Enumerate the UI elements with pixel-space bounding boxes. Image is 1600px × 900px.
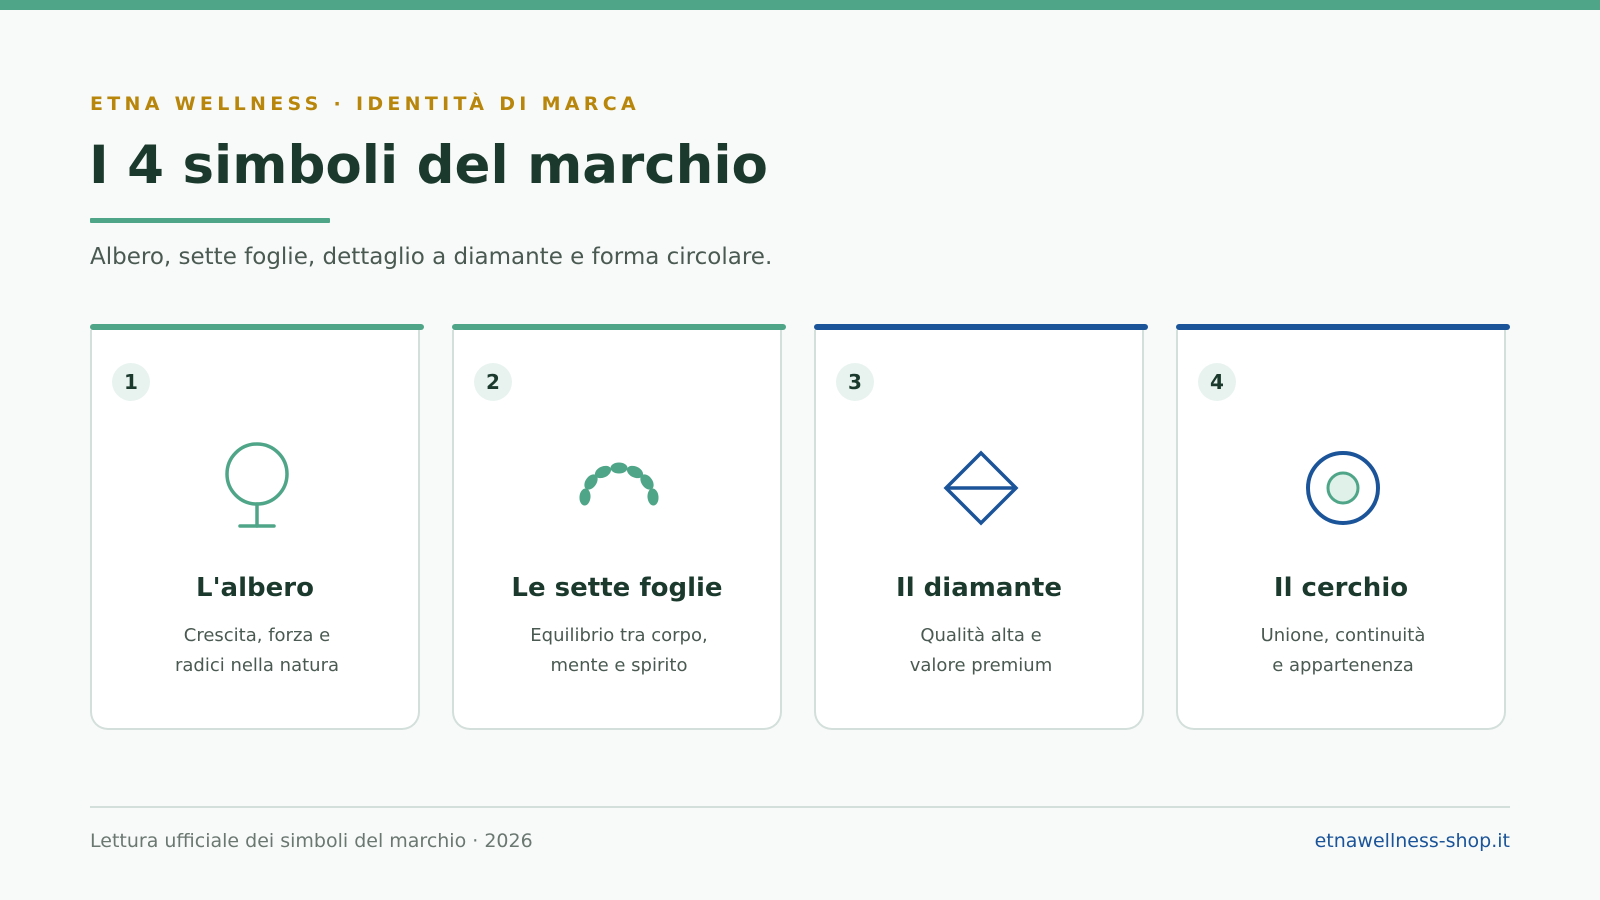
diamond-icon xyxy=(931,442,1031,542)
card-number-badge: 2 xyxy=(474,363,512,401)
symbol-card-circle: 4 Il cerchio Unione, continuità e appart… xyxy=(1176,324,1510,730)
tree-icon xyxy=(207,442,307,542)
card-description-line: mente e spirito xyxy=(550,655,688,676)
card-description-line: radici nella natura xyxy=(174,655,340,676)
circle-icon xyxy=(1293,442,1393,542)
card-description-line: valore premium xyxy=(909,655,1053,676)
symbol-card-tree: 1 L'albero Crescita, forza e radici nell… xyxy=(90,324,424,730)
page-subtitle: Albero, sette foglie, dettaglio a diaman… xyxy=(90,244,773,270)
card-description: Qualità alta e valore premium xyxy=(856,621,1106,681)
card-description-line: Unione, continuità xyxy=(1260,625,1426,646)
title-underline xyxy=(90,218,330,223)
eyebrow-label: ETNA WELLNESS · IDENTITÀ DI MARCA xyxy=(90,93,640,115)
card-title: Le sette foglie xyxy=(511,573,723,603)
card-number-badge: 3 xyxy=(836,363,874,401)
symbol-card-diamond: 3 Il diamante Qualità alta e valore prem… xyxy=(814,324,1148,730)
footer-divider xyxy=(90,806,1510,808)
card-description: Equilibrio tra corpo, mente e spirito xyxy=(494,621,744,681)
card-description-line: Qualità alta e xyxy=(920,625,1042,646)
card-number-badge: 1 xyxy=(112,363,150,401)
card-description: Crescita, forza e radici nella natura xyxy=(132,621,382,681)
card-description-line: Crescita, forza e xyxy=(183,625,331,646)
card-title: L'albero xyxy=(196,573,314,603)
card-number-badge: 4 xyxy=(1198,363,1236,401)
symbol-card-seven-leaves: 2 Le sette foglie Equilibrio tra corpo, … xyxy=(452,324,786,730)
card-description-line: e appartenenza xyxy=(1272,655,1414,676)
footer-caption: Lettura ufficiale dei simboli del marchi… xyxy=(90,830,533,852)
card-title: Il diamante xyxy=(896,573,1062,603)
card-title: Il cerchio xyxy=(1273,573,1409,603)
card-accent-bar xyxy=(814,324,1148,330)
card-accent-bar xyxy=(452,324,786,330)
card-description: Unione, continuità e appartenenza xyxy=(1218,621,1468,681)
page-title: I 4 simboli del marchio xyxy=(89,135,768,196)
card-description-line: Equilibrio tra corpo, xyxy=(530,625,708,646)
card-accent-bar xyxy=(90,324,424,330)
seven-leaves-icon xyxy=(569,442,669,542)
footer-website-link[interactable]: etnawellness-shop.it xyxy=(1315,830,1510,853)
top-accent-bar xyxy=(0,0,1600,10)
card-accent-bar xyxy=(1176,324,1510,330)
